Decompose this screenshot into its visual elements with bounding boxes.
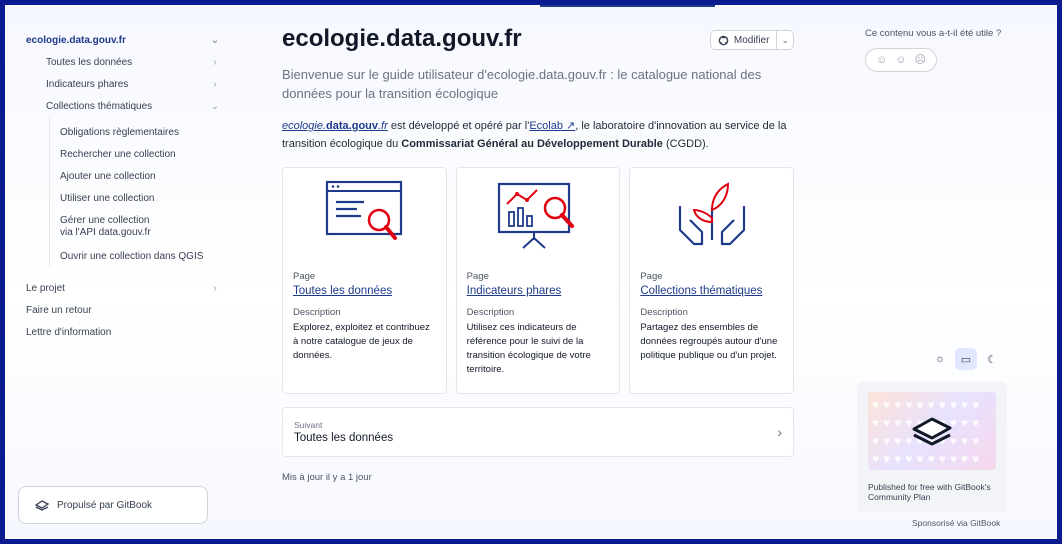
cgdd-text: Commissariat Général au Développement Du… <box>401 138 663 150</box>
sidebar-item-lettre[interactable]: Lettre d'information <box>21 321 221 343</box>
sidebar-item-label: Ouvrir une collection dans QGIS <box>60 250 204 262</box>
sidebar: ecologie.data.gouv.fr ⌄ Toutes les donné… <box>21 29 221 343</box>
ecolab-link[interactable]: Ecolab ↗ <box>529 120 575 132</box>
sidebar-item-indicateurs-phares[interactable]: Indicateurs phares › <box>21 73 221 95</box>
chevron-down-icon[interactable]: ⌄ <box>209 101 221 112</box>
main-content: ecologie.data.gouv.fr Modifier ⌄ Bienven… <box>282 25 795 483</box>
sidebar-item-qgis[interactable]: Ouvrir une collection dans QGIS <box>21 245 221 267</box>
chevron-right-icon[interactable]: › <box>209 283 221 294</box>
sidebar-item-faire-un-retour[interactable]: Faire un retour <box>21 299 221 321</box>
next-page-link[interactable]: Suivant Toutes les données › <box>282 407 794 457</box>
sidebar-item-root[interactable]: ecologie.data.gouv.fr ⌄ <box>21 29 221 51</box>
next-title: Toutes les données <box>294 432 394 444</box>
intro-paragraph: ecologie.data.gouv.fr est développé et o… <box>282 117 794 153</box>
sidebar-item-toutes-les-donnees[interactable]: Toutes les données › <box>21 51 221 73</box>
theme-switcher: ☼ ▭ ☾ <box>929 348 1003 370</box>
card-description-label: Description <box>293 307 341 318</box>
happy-face-icon[interactable]: ☺ <box>876 54 887 67</box>
card-type-label: Page <box>293 271 316 282</box>
card-title-link[interactable]: Collections thématiques <box>640 285 783 297</box>
sidebar-item-obligations[interactable]: Obligations règlementaires <box>21 121 221 143</box>
brand-part: ecologie. <box>282 120 327 132</box>
intro-text: (CGDD). <box>662 138 709 150</box>
card-title-link[interactable]: Toutes les données <box>293 285 436 297</box>
neutral-face-icon[interactable]: ☺ <box>895 54 906 67</box>
sidebar-item-label: Faire un retour <box>26 304 92 316</box>
search-data-illustration <box>293 168 436 263</box>
last-updated: Mis à jour il y a 1 jour <box>282 472 372 483</box>
card-type-label: Page <box>466 271 489 282</box>
powered-by-gitbook-button[interactable]: Propulsé par GitBook <box>18 486 208 524</box>
card-toutes-les-donnees[interactable]: Page Toutes les données Description Expl… <box>282 167 447 394</box>
next-label: Suivant <box>294 420 323 430</box>
github-icon <box>718 35 729 45</box>
sidebar-item-collections-thematiques[interactable]: Collections thématiques ⌄ <box>21 95 221 117</box>
card-description-label: Description <box>640 307 688 318</box>
sidebar-subgroup: Obligations règlementaires Rechercher un… <box>21 117 221 267</box>
plant-hands-illustration <box>640 168 783 263</box>
sidebar-item-rechercher[interactable]: Rechercher une collection <box>21 143 221 165</box>
sidebar-item-label: Indicateurs phares <box>46 78 129 90</box>
chevron-right-icon: › <box>777 424 782 440</box>
sidebar-item-label: Lettre d'information <box>26 326 112 338</box>
sad-face-icon[interactable]: ☹ <box>915 54 926 67</box>
chevron-right-icon[interactable]: › <box>209 79 221 90</box>
page-title: ecologie.data.gouv.fr <box>282 25 522 52</box>
sidebar-item-label: Toutes les données <box>46 56 133 68</box>
sidebar-item-label: Ajouter une collection <box>60 170 156 182</box>
sponsor-card[interactable]: ♥♥♥♥♥♥♥♥♥♥♥♥♥♥♥♥♥♥♥♥♥♥♥♥♥♥♥♥♥♥♥♥♥♥♥♥♥♥♥♥… <box>857 382 1007 512</box>
card-title-link[interactable]: Indicateurs phares <box>467 285 610 297</box>
sidebar-item-label: Rechercher une collection <box>60 148 176 160</box>
edit-button[interactable]: Modifier ⌄ <box>709 30 794 50</box>
card-description-label: Description <box>466 307 515 318</box>
sidebar-item-ajouter[interactable]: Ajouter une collection <box>21 165 221 187</box>
sidebar-item-label: Utiliser une collection <box>60 192 155 204</box>
edit-label: Modifier <box>733 34 770 46</box>
sidebar-item-utiliser[interactable]: Utiliser une collection <box>21 187 221 209</box>
feedback-widget: Ce contenu vous a-t-il été utile ? ☺ ☺ ☹ <box>865 27 1005 72</box>
chevron-right-icon[interactable]: › <box>209 57 221 68</box>
cards-grid: Page Toutes les données Description Expl… <box>282 167 795 394</box>
brand-link[interactable]: ecologie.data.gouv.fr <box>282 120 388 132</box>
powered-by-label: Propulsé par GitBook <box>57 499 153 511</box>
gitbook-logo-icon <box>912 417 952 446</box>
card-description: Utilisez ces indicateurs de référence po… <box>466 322 591 375</box>
sidebar-item-label: Collections thématiques <box>46 100 153 112</box>
monitor-icon[interactable]: ▭ <box>955 348 977 370</box>
brand-part: data.gouv <box>326 120 378 132</box>
brand-part: .fr <box>378 120 388 132</box>
sidebar-item-gerer-api[interactable]: Gérer une collection via l'API data.gouv… <box>21 209 221 245</box>
card-collections-thematiques[interactable]: Page Collections thématiques Description… <box>629 167 795 394</box>
sponsor-by-label[interactable]: Sponsorisé via GitBook <box>912 518 1000 528</box>
feedback-faces: ☺ ☺ ☹ <box>865 48 937 72</box>
feedback-question: Ce contenu vous a-t-il été utile ? <box>865 28 1002 39</box>
gitbook-icon <box>35 500 49 511</box>
indicators-board-illustration <box>467 168 610 263</box>
card-type-label: Page <box>640 271 663 282</box>
sidebar-item-label: Le projet <box>26 282 65 294</box>
moon-icon[interactable]: ☾ <box>981 348 1003 370</box>
sponsor-image: ♥♥♥♥♥♥♥♥♥♥♥♥♥♥♥♥♥♥♥♥♥♥♥♥♥♥♥♥♥♥♥♥♥♥♥♥♥♥♥♥ <box>868 392 996 470</box>
sponsor-text: Published for free with GitBook's Commun… <box>868 482 991 502</box>
sidebar-item-le-projet[interactable]: Le projet › <box>21 277 221 299</box>
card-indicateurs-phares[interactable]: Page Indicateurs phares Description Util… <box>455 167 621 394</box>
app-window: ecologie.data.gouv.fr ⌄ Toutes les donné… <box>5 5 1057 539</box>
chevron-down-icon[interactable]: ⌄ <box>209 35 221 46</box>
card-description: Explorez, exploitez et contribuez à notr… <box>293 322 430 361</box>
progress-line <box>540 5 715 7</box>
page-description: Bienvenue sur le guide utilisateur d'eco… <box>282 67 762 101</box>
card-description: Partagez des ensembles de données regrou… <box>640 322 778 361</box>
chevron-down-icon[interactable]: ⌄ <box>777 35 793 46</box>
sidebar-item-label: ecologie.data.gouv.fr <box>26 34 126 46</box>
sidebar-item-label: via l'API data.gouv.fr <box>60 227 151 238</box>
intro-text: est développé et opéré par l' <box>387 120 530 132</box>
sun-icon[interactable]: ☼ <box>929 348 951 370</box>
edit-main[interactable]: Modifier <box>711 31 778 49</box>
sidebar-item-label: Gérer une collection <box>60 215 150 226</box>
sidebar-item-label: Obligations règlementaires <box>60 126 179 138</box>
